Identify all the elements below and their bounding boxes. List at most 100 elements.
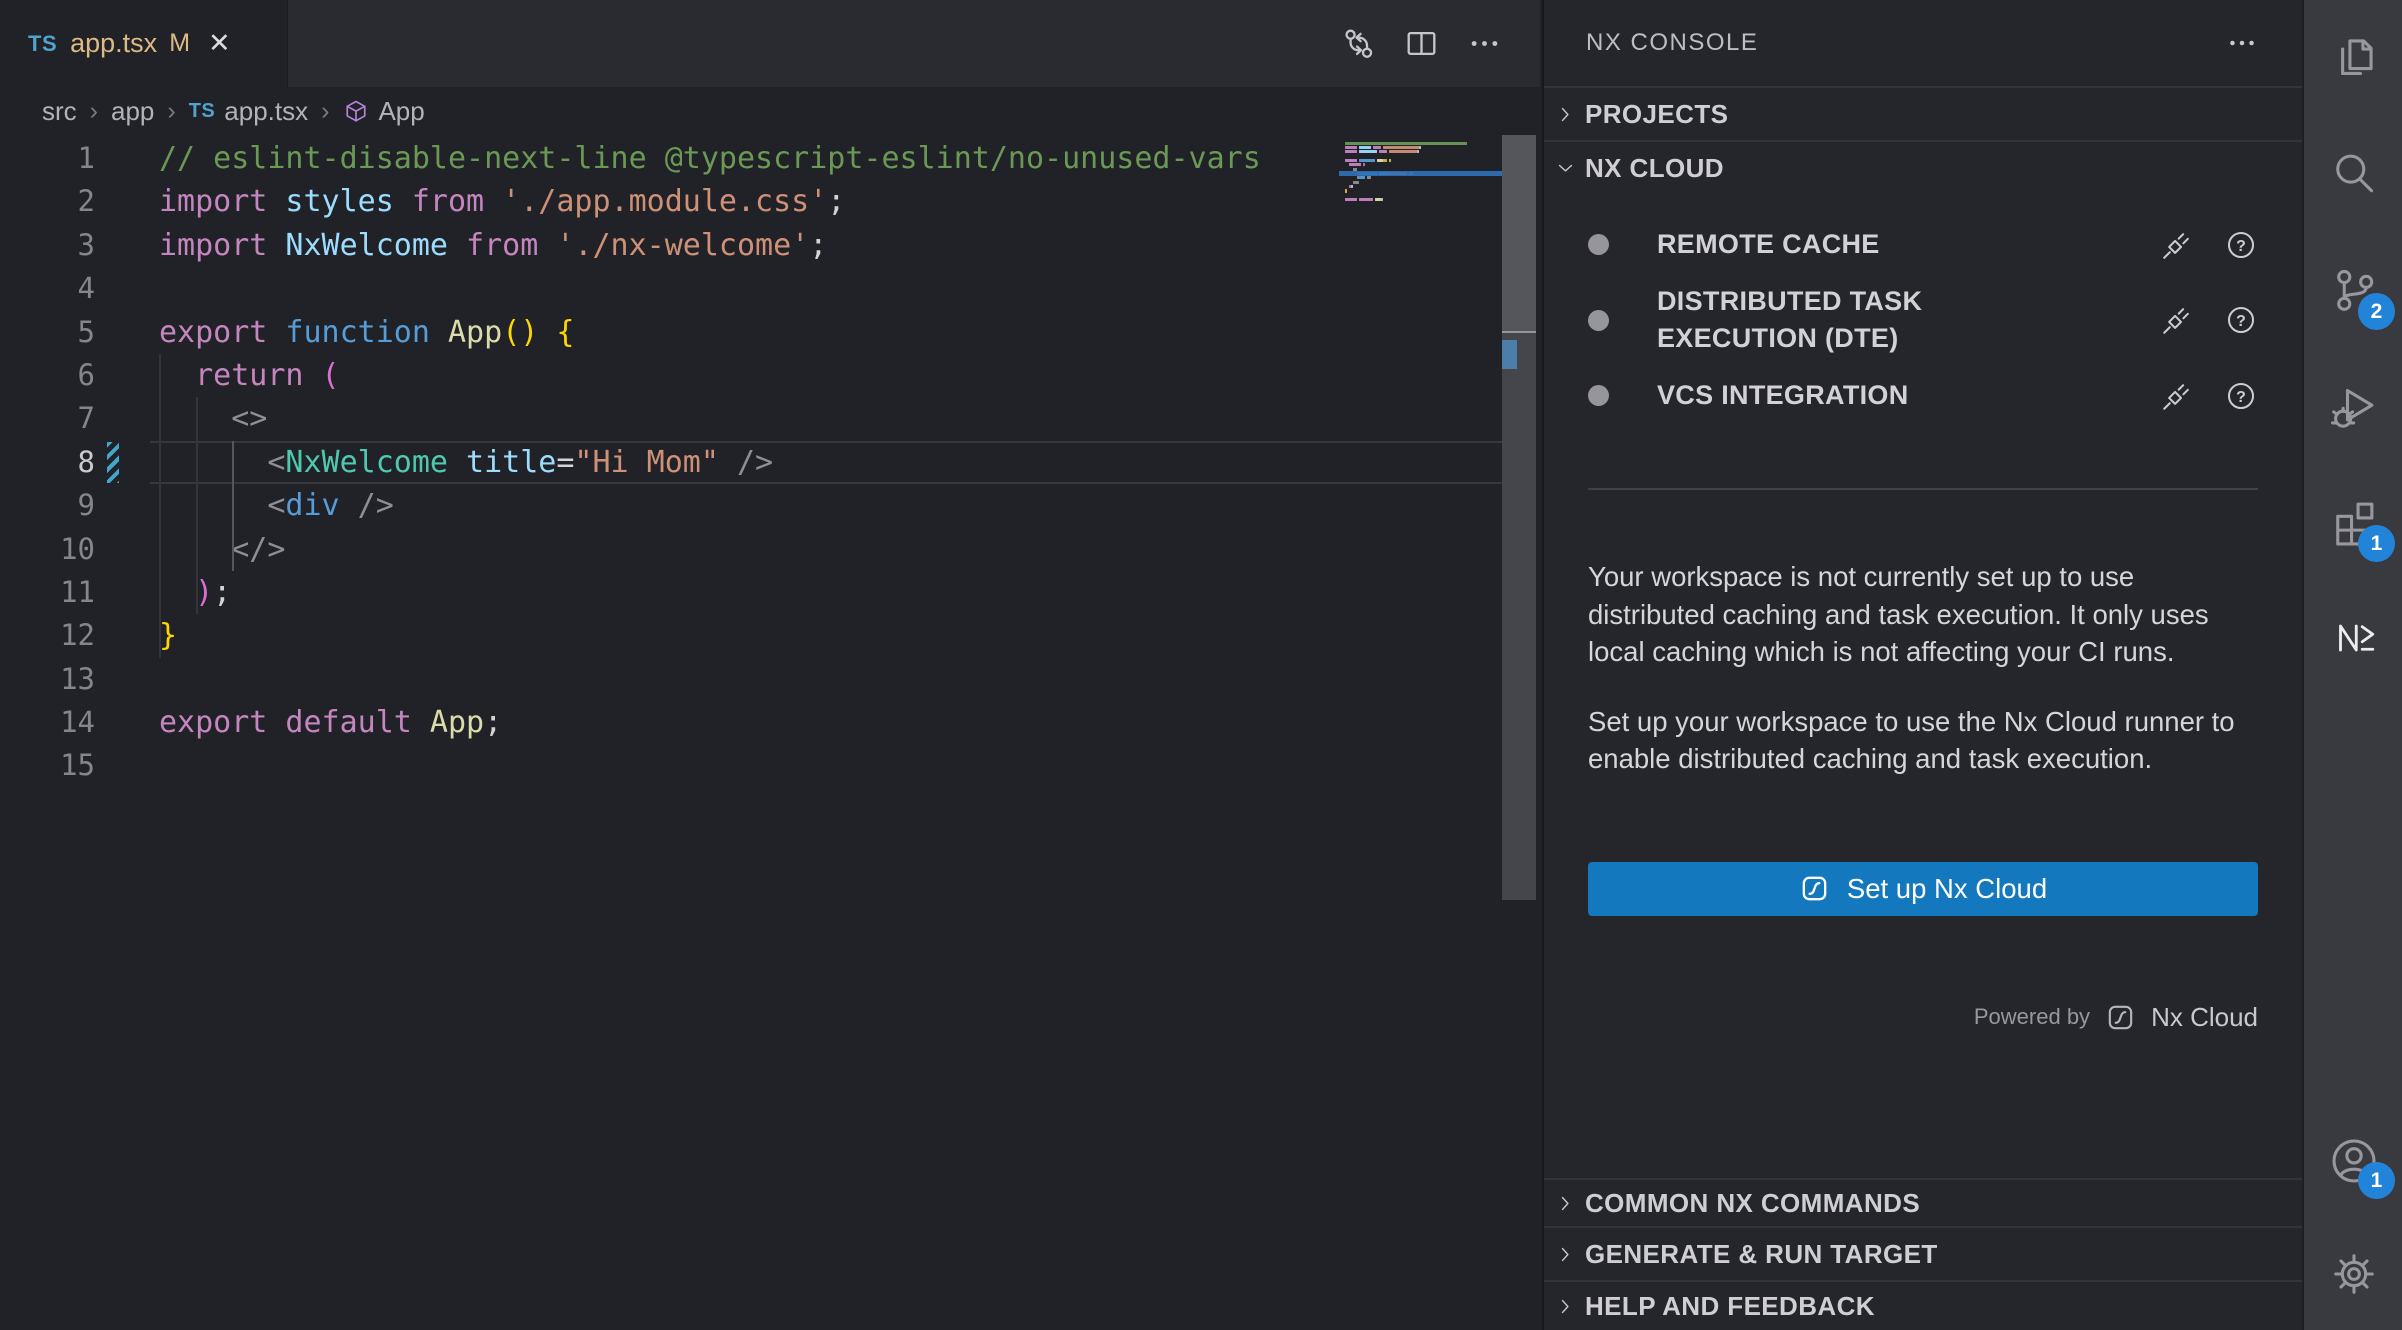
code-line[interactable]: </> [159,528,1261,571]
activity-item-run-debug[interactable] [2304,348,2402,464]
tab-bar: TS app.tsx M ✕ [0,0,1540,87]
code-line[interactable]: return ( [159,354,1261,397]
gutter-line[interactable]: 11 [0,571,140,614]
gutter-line[interactable]: 9 [0,484,140,527]
editor-region: TS app.tsx M ✕ src›app›TSapp.tsx›App 123… [0,0,1540,1330]
code-line[interactable]: } [159,614,1261,657]
section-label: PROJECTS [1585,99,1728,130]
more-actions-icon[interactable] [1465,24,1504,63]
breadcrumb-separator: › [167,97,175,126]
breadcrumb: src›app›TSapp.tsx›App [0,87,1540,136]
nx-console-panel: NX CONSOLE PROJECTS NX CLOUD REMOTE CACH… [1542,0,2302,1330]
breadcrumb-item-src[interactable]: src [42,96,77,127]
gutter-marker [107,615,119,656]
gutter-marker [107,398,119,439]
section-generate-run-target[interactable]: GENERATE & RUN TARGET [1544,1226,2302,1280]
vscode-window: TS app.tsx M ✕ src›app›TSapp.tsx›App 123… [0,0,2402,1330]
section-common-nx-commands[interactable]: COMMON NX COMMANDS [1544,1178,2302,1226]
code-line[interactable]: ); [159,571,1261,614]
code-line[interactable]: <div /> [159,484,1261,527]
code-line[interactable] [159,658,1261,701]
activity-item-accounts[interactable]: 1 [2304,1104,2402,1217]
minimap[interactable] [1345,141,1501,206]
overview-ruler-modified-mark [1502,340,1517,369]
section-help-and-feedback[interactable]: HELP AND FEEDBACK [1544,1280,2302,1330]
help-icon[interactable]: ? [2224,379,2258,413]
close-icon[interactable]: ✕ [208,30,231,57]
breadcrumb-separator: › [321,97,329,126]
more-actions-icon[interactable] [2224,25,2260,61]
nx-cloud-logo-icon [1799,873,1830,904]
editor-gutter[interactable]: 123456789101112131415 [0,137,140,788]
setup-nx-cloud-button[interactable]: Set up Nx Cloud [1588,862,2258,916]
code-line[interactable]: import NxWelcome from './nx-welcome'; [159,224,1261,267]
code-line[interactable]: export default App; [159,701,1261,744]
help-icon[interactable]: ? [2224,303,2258,337]
activity-item-explorer[interactable] [2304,0,2402,116]
gutter-line[interactable]: 7 [0,397,140,440]
gutter-line[interactable]: 6 [0,354,140,397]
typescript-file-icon: TS [28,31,57,57]
gutter-line[interactable]: 12 [0,614,140,657]
scrollbar-track[interactable] [1502,135,1536,900]
gutter-marker [107,355,119,396]
panel-title: NX CONSOLE [1586,29,1758,57]
status-bullet [1588,385,1609,406]
gutter-marker [107,659,119,700]
code-line[interactable]: import styles from './app.module.css'; [159,180,1261,223]
connect-icon[interactable] [2160,379,2194,413]
section-projects[interactable]: PROJECTS [1544,86,2302,140]
activity-item-settings[interactable] [2304,1217,2402,1330]
section-nx-cloud[interactable]: NX CLOUD [1544,140,2302,194]
breadcrumb-item-app[interactable]: App [342,96,424,127]
gutter-line[interactable]: 2 [0,180,140,223]
gutter-line[interactable]: 13 [0,658,140,701]
activity-item-nx-console[interactable] [2304,580,2402,696]
section-label: HELP AND FEEDBACK [1585,1291,1875,1322]
chevron-right-icon [1556,1245,1575,1264]
svg-text:?: ? [2236,388,2246,405]
gutter-line[interactable]: 8 [0,441,140,484]
gutter-marker [107,485,119,526]
code-editor[interactable]: // eslint-disable-next-line @typescript-… [159,137,1261,788]
breadcrumb-item-app-tsx[interactable]: TSapp.tsx [189,96,308,127]
status-bullet [1588,234,1609,255]
split-editor-icon[interactable] [1402,24,1441,63]
gutter-line[interactable]: 1 [0,137,140,180]
svg-text:?: ? [2236,237,2246,254]
gutter-marker [107,268,119,309]
code-line[interactable] [159,744,1261,787]
setup-button-label: Set up Nx Cloud [1847,873,2047,905]
code-line[interactable]: export function App() { [159,311,1261,354]
breadcrumb-label: App [378,96,424,127]
code-line[interactable] [159,267,1261,310]
breadcrumb-item-app[interactable]: app [111,96,154,127]
section-label: NX CLOUD [1585,153,1724,184]
help-icon[interactable]: ? [2224,228,2258,262]
gutter-line[interactable]: 10 [0,528,140,571]
gutter-line[interactable]: 15 [0,744,140,787]
nx-cloud-brand: Nx Cloud [2151,1002,2258,1033]
code-line[interactable]: <> [159,397,1261,440]
activity-item-source-control[interactable]: 2 [2304,232,2402,348]
connect-icon[interactable] [2160,303,2194,337]
tab-app-tsx[interactable]: TS app.tsx M ✕ [0,0,288,87]
code-line[interactable]: // eslint-disable-next-line @typescript-… [159,137,1261,180]
gutter-line[interactable]: 4 [0,267,140,310]
badge: 2 [2358,293,2395,330]
code-line[interactable]: <NxWelcome title="Hi Mom" /> [159,441,1261,484]
compare-changes-icon[interactable] [1339,24,1378,63]
gutter-line[interactable]: 14 [0,701,140,744]
powered-by: Powered by Nx Cloud [1588,1002,2258,1033]
cloud-item-label: DISTRIBUTED TASK EXECUTION (DTE) [1657,283,2002,357]
gutter-line[interactable]: 5 [0,311,140,354]
status-bullet [1588,310,1609,331]
connect-icon[interactable] [2160,228,2194,262]
minimap-line [1345,202,1501,206]
powered-by-prefix: Powered by [1974,1004,2090,1030]
scrollbar-slider[interactable] [1502,135,1536,333]
activity-item-search[interactable] [2304,116,2402,232]
activity-item-extensions[interactable]: 1 [2304,464,2402,580]
cloud-item-label: VCS INTEGRATION [1657,377,2002,414]
gutter-line[interactable]: 3 [0,224,140,267]
